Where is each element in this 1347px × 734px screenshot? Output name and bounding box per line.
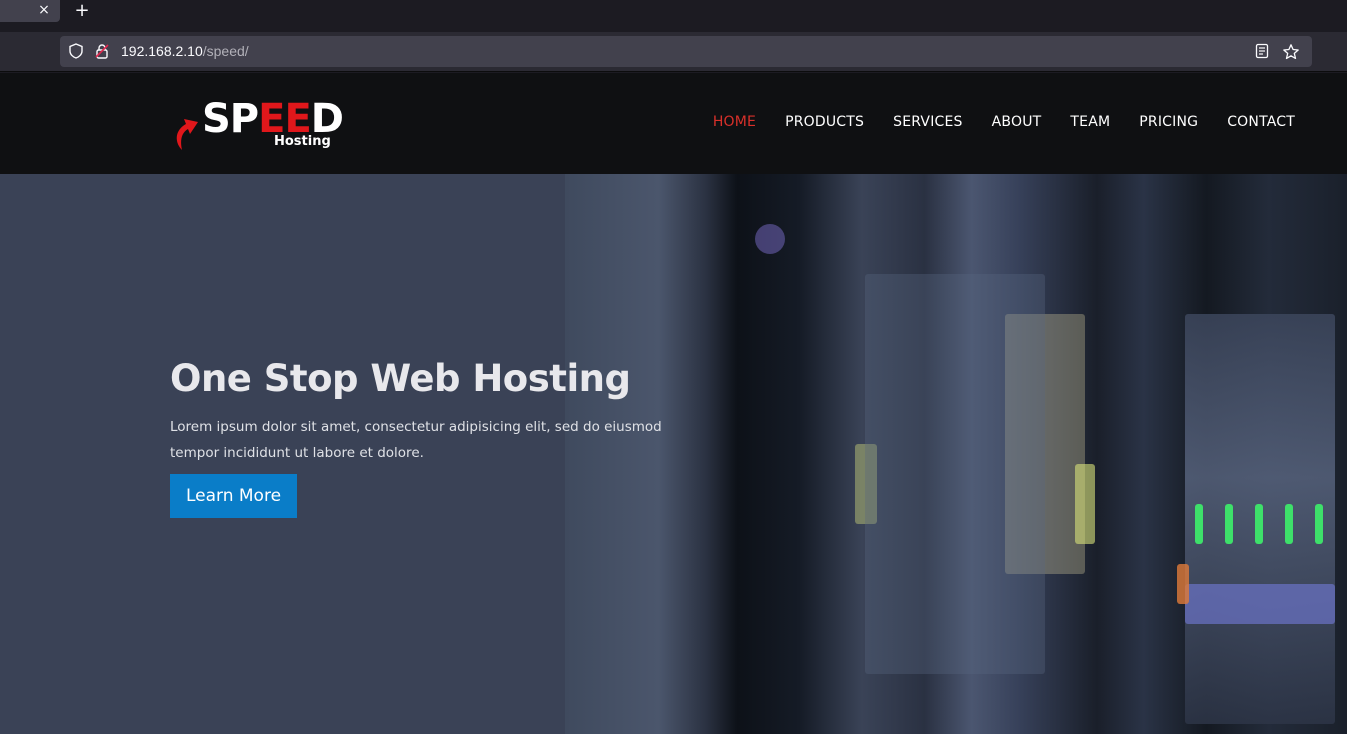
tracking-protection-shield-icon[interactable]: [68, 43, 84, 59]
menu-item-services[interactable]: SERVICES: [893, 114, 963, 130]
logo-arrow-icon: [176, 119, 198, 150]
url-host: 192.168.2.10: [121, 43, 203, 59]
browser-tab[interactable]: ×: [0, 0, 60, 22]
new-tab-button[interactable]: +: [72, 0, 92, 22]
close-tab-icon[interactable]: ×: [36, 2, 52, 18]
address-bar[interactable]: 192.168.2.10/speed/: [60, 36, 1312, 67]
browser-navbar: 192.168.2.10/speed/: [0, 32, 1347, 72]
menu-item-contact[interactable]: CONTACT: [1227, 114, 1295, 130]
tab-strip: × +: [0, 0, 1347, 32]
hero-description: Lorem ipsum dolor sit amet, consectetur …: [170, 419, 662, 461]
bookmark-star-icon[interactable]: [1282, 43, 1300, 61]
learn-more-button[interactable]: Learn More: [170, 474, 297, 518]
logo-word-pre: SP: [202, 96, 259, 142]
hero-section: One Stop Web Hosting Lorem ipsum dolor s…: [0, 174, 1347, 734]
menu-item-products[interactable]: PRODUCTS: [785, 114, 864, 130]
menu-item-team[interactable]: TEAM: [1070, 114, 1110, 130]
main-menu: HOME PRODUCTS SERVICES ABOUT TEAM PRICIN…: [684, 114, 1295, 130]
reader-view-icon[interactable]: [1254, 43, 1270, 59]
speed-hosting-logo[interactable]: SPEED Hosting: [172, 96, 344, 153]
menu-item-pricing[interactable]: PRICING: [1139, 114, 1198, 130]
hero-title: One Stop Web Hosting: [170, 357, 631, 400]
menu-item-home[interactable]: HOME: [713, 114, 756, 130]
url-path: /speed/: [202, 43, 249, 59]
insecure-lock-icon[interactable]: [94, 43, 110, 59]
web-page: SPEED Hosting HOME PRODUCTS SERVICES ABO…: [0, 73, 1347, 734]
menu-item-about[interactable]: ABOUT: [992, 114, 1042, 130]
site-header: SPEED Hosting HOME PRODUCTS SERVICES ABO…: [0, 73, 1347, 174]
logo-subtitle: Hosting: [274, 134, 331, 149]
url-text[interactable]: 192.168.2.10/speed/: [121, 43, 249, 59]
